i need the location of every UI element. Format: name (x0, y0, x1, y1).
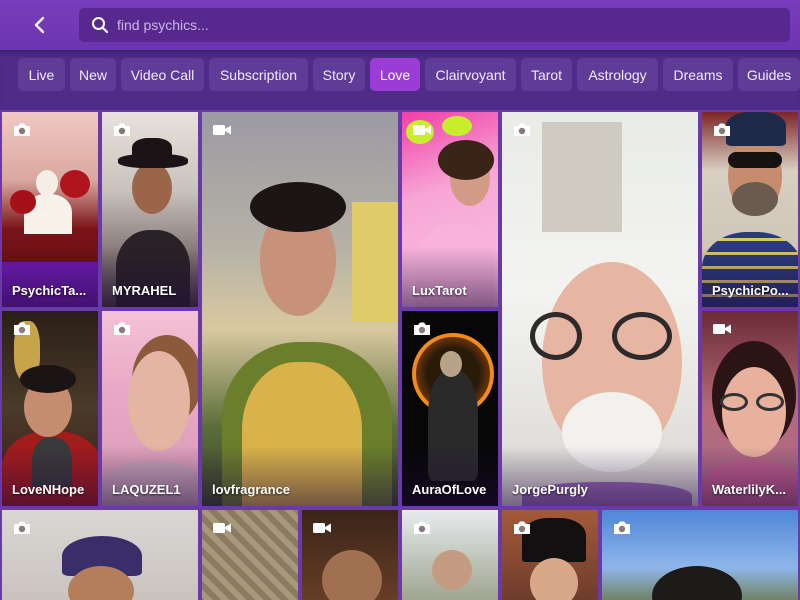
video-camera-icon (313, 523, 331, 533)
camera-icon (414, 521, 430, 534)
back-button[interactable] (24, 8, 56, 42)
psychic-card[interactable] (400, 508, 500, 600)
video-camera-icon (213, 523, 231, 533)
tab-tarot[interactable]: Tarot (521, 58, 572, 91)
psychic-card[interactable]: lovfragrance (200, 110, 400, 508)
psychic-card[interactable] (0, 508, 200, 600)
psychic-card[interactable]: JorgePurgly (500, 110, 700, 508)
psychic-name: PsychicPo... (712, 283, 789, 298)
psychic-card[interactable]: LuxTarot (400, 110, 500, 309)
psychic-name: PsychicTa... (12, 283, 87, 298)
video-camera-icon (413, 125, 431, 135)
psychic-card[interactable]: LoveNHope (0, 309, 100, 508)
tab-story[interactable]: Story (313, 58, 365, 91)
psychic-card[interactable] (200, 508, 300, 600)
psychic-name: LAQUZEL1 (112, 482, 181, 497)
tab-video-call[interactable]: Video Call (121, 58, 204, 91)
psychic-name: LoveNHope (12, 482, 85, 497)
search-input[interactable] (117, 10, 790, 40)
psychic-card[interactable]: WaterlilyK... (700, 309, 800, 508)
camera-icon (114, 123, 130, 136)
psychic-name: lovfragrance (212, 482, 291, 497)
category-tabs: Live New Video Call Subscription Story L… (0, 50, 800, 110)
tab-astrology[interactable]: Astrology (577, 58, 658, 91)
camera-icon (514, 123, 530, 136)
camera-icon (114, 322, 130, 335)
camera-icon (714, 123, 730, 136)
search-icon (83, 8, 117, 42)
psychic-card[interactable]: LAQUZEL1 (100, 309, 200, 508)
camera-icon (414, 322, 430, 335)
psychic-card[interactable]: PsychicTa... (0, 110, 100, 309)
camera-icon (14, 521, 30, 534)
tab-live[interactable]: Live (18, 58, 65, 91)
tab-dreams[interactable]: Dreams (663, 58, 733, 91)
camera-icon (614, 521, 630, 534)
psychic-card[interactable]: AuraOfLove (400, 309, 500, 508)
camera-icon (514, 521, 530, 534)
psychic-grid: PsychicTa... MYRAHEL lovfragrance LuxTar… (0, 110, 800, 600)
tab-subscription[interactable]: Subscription (209, 58, 308, 91)
video-camera-icon (713, 324, 731, 334)
psychic-card[interactable]: PsychicPo... (700, 110, 800, 309)
chevron-left-icon (34, 16, 45, 34)
psychic-card[interactable] (300, 508, 400, 600)
psychic-name: JorgePurgly (512, 482, 588, 497)
camera-icon (14, 322, 30, 335)
psychic-card[interactable] (500, 508, 600, 600)
camera-icon (14, 123, 30, 136)
psychic-name: WaterlilyK... (712, 482, 786, 497)
psychic-card[interactable] (600, 508, 800, 600)
psychic-card[interactable]: MYRAHEL (100, 110, 200, 309)
tab-love[interactable]: Love (370, 58, 420, 91)
psychic-name: MYRAHEL (112, 283, 177, 298)
psychic-name: LuxTarot (412, 283, 467, 298)
tab-clairvoyant[interactable]: Clairvoyant (425, 58, 516, 91)
search-box[interactable] (79, 8, 790, 42)
top-bar (0, 0, 800, 50)
psychic-name: AuraOfLove (412, 482, 487, 497)
video-camera-icon (213, 125, 231, 135)
tab-guides[interactable]: Guides (738, 58, 800, 91)
tab-new[interactable]: New (70, 58, 116, 91)
